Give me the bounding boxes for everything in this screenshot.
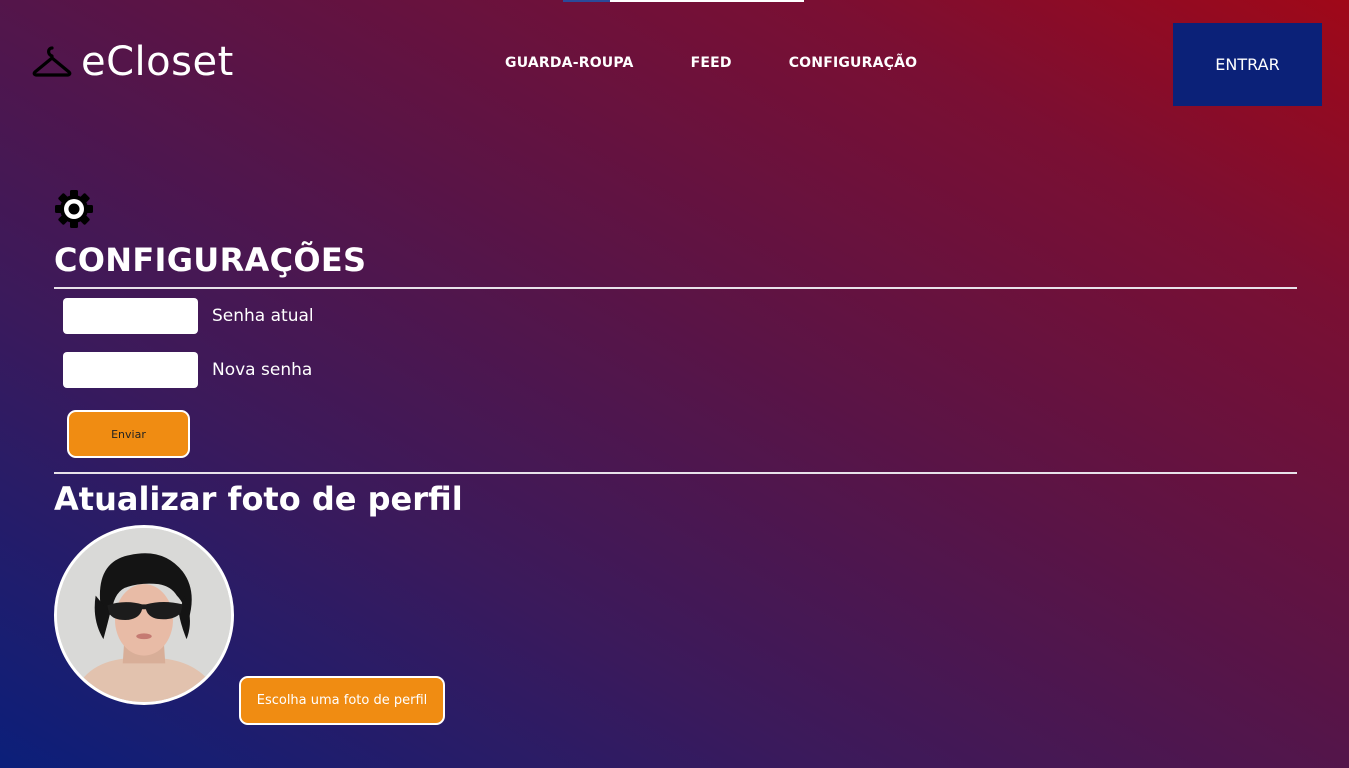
choose-photo-button[interactable]: Escolha uma foto de perfil [239,676,445,725]
hanger-icon [32,46,72,77]
nav-configuracao[interactable]: CONFIGURAÇÃO [789,55,918,71]
current-password-input[interactable] [63,298,198,334]
divider [54,472,1297,474]
new-password-label: Nova senha [212,360,313,380]
brand-name: eCloset [81,39,234,85]
profile-photo-image [57,528,231,702]
new-password-input[interactable] [63,352,198,388]
top-progress-strip [563,0,804,2]
logo[interactable]: eCloset [32,42,234,82]
profile-photo-title: Atualizar foto de perfil [54,480,463,518]
nav-feed[interactable]: FEED [691,55,732,71]
current-password-row: Senha atual [63,298,314,334]
submit-button[interactable]: Enviar [67,410,190,458]
main-nav: GUARDA-ROUPA FEED CONFIGURAÇÃO [505,55,974,71]
page-title: CONFIGURAÇÕES [54,241,367,279]
login-button[interactable]: ENTRAR [1173,23,1322,106]
gear-icon [55,190,93,228]
avatar [54,525,234,705]
nav-guarda-roupa[interactable]: GUARDA-ROUPA [505,55,634,71]
new-password-row: Nova senha [63,352,312,388]
current-password-label: Senha atual [212,306,314,326]
divider [54,287,1297,289]
